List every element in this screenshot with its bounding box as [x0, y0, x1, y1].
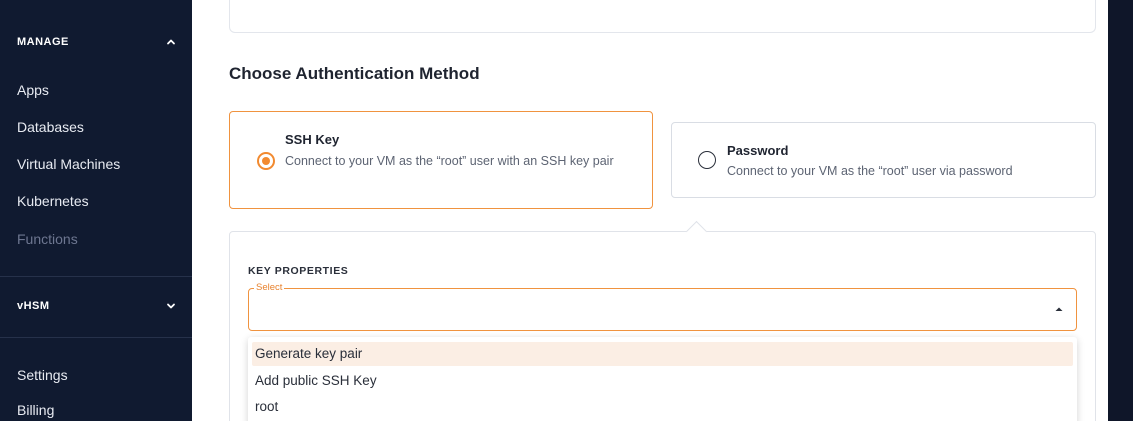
chevron-down-icon[interactable]: [165, 300, 177, 312]
sidebar-item-virtual-machines[interactable]: Virtual Machines: [17, 156, 120, 172]
password-radio[interactable]: [698, 151, 716, 169]
auth-option-ssh-key[interactable]: SSH Key Connect to your VM as the “root”…: [229, 111, 653, 209]
previous-section-card: [229, 0, 1096, 33]
dropdown-option-root[interactable]: root: [248, 395, 1077, 419]
sidebar-divider: [0, 276, 192, 277]
dropdown-option-add-public-ssh-key[interactable]: Add public SSH Key: [248, 369, 1077, 393]
sidebar-item-billing[interactable]: Billing: [17, 402, 54, 418]
page-section-title: Choose Authentication Method: [229, 64, 480, 83]
key-properties-select[interactable]: [248, 288, 1077, 331]
sidebar-item-functions[interactable]: Functions: [17, 231, 78, 247]
main-content: Choose Authentication Method SSH Key Con…: [192, 0, 1133, 421]
sidebar-item-kubernetes[interactable]: Kubernetes: [17, 193, 89, 209]
password-title: Password: [727, 143, 789, 158]
select-dropdown-menu: Generate key pair Add public SSH Key roo…: [248, 337, 1077, 421]
ssh-key-radio[interactable]: [257, 152, 275, 170]
vhsm-header-label: vHSM: [17, 300, 50, 312]
sidebar-item-settings[interactable]: Settings: [17, 367, 68, 383]
auth-option-password[interactable]: Password Connect to your VM as the “root…: [671, 122, 1096, 198]
right-edge-strip: [1108, 0, 1133, 421]
select-legend: Select: [254, 282, 285, 293]
sidebar-divider: [0, 337, 192, 338]
ssh-key-title: SSH Key: [285, 132, 340, 147]
dropdown-option-generate-key-pair[interactable]: Generate key pair: [252, 342, 1073, 366]
manage-section-header[interactable]: MANAGE: [0, 32, 192, 52]
password-description: Connect to your VM as the “root” user vi…: [727, 164, 1013, 178]
chevron-up-icon[interactable]: [165, 36, 177, 48]
manage-header-label: MANAGE: [17, 36, 69, 48]
key-properties-label: KEY PROPERTIES: [248, 265, 349, 277]
ssh-key-description: Connect to your VM as the “root” user wi…: [285, 154, 614, 168]
sidebar-item-databases[interactable]: Databases: [17, 119, 84, 135]
caret-up-icon[interactable]: [1054, 305, 1064, 313]
sidebar-item-apps[interactable]: Apps: [17, 82, 49, 98]
sidebar: MANAGE Apps Databases Virtual Machines K…: [0, 0, 192, 421]
vhsm-section-header[interactable]: vHSM: [0, 296, 192, 316]
